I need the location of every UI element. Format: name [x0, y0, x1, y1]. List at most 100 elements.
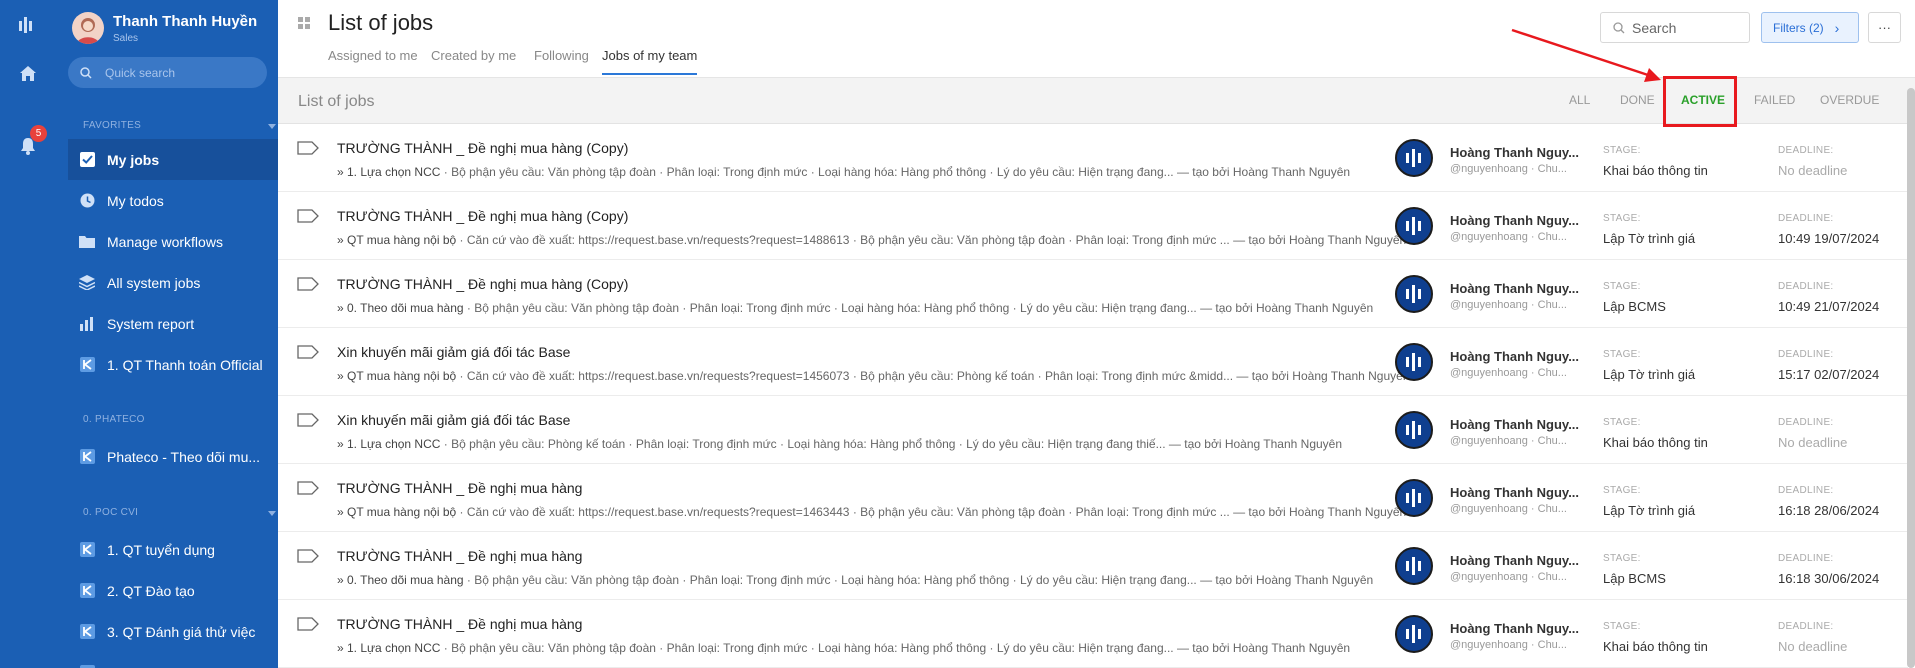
job-title[interactable]: TRƯỜNG THÀNH _ Đề nghị mua hàng (Copy) — [337, 208, 628, 224]
job-details: » QT mua hàng nội bộ · Căn cứ vào đề xuấ… — [337, 505, 1429, 519]
job-row[interactable]: TRƯỜNG THÀNH _ Đề nghị mua hàng » 1. Lựa … — [278, 600, 1908, 668]
filter-tab-all[interactable]: ALL — [1569, 93, 1590, 107]
chevron-down-icon[interactable] — [268, 511, 276, 516]
job-title[interactable]: TRƯỜNG THÀNH _ Đề nghị mua hàng (Copy) — [337, 140, 628, 156]
tag-icon[interactable] — [297, 141, 319, 160]
tag-icon[interactable] — [297, 209, 319, 228]
base-logo-icon[interactable] — [15, 12, 41, 38]
tag-icon[interactable] — [297, 277, 319, 296]
job-details: » QT mua hàng nội bộ · Căn cứ vào đề xuấ… — [337, 233, 1429, 247]
job-row[interactable]: Xin khuyến mãi giảm giá đối tác Base » QT… — [278, 328, 1908, 396]
tab-assigned-to-me[interactable]: Assigned to me — [328, 48, 418, 73]
assignee-avatar[interactable] — [1395, 139, 1433, 177]
sidebar-item-manage-workflows[interactable]: Manage workflows — [68, 221, 278, 262]
deadline-label: DEADLINE: — [1778, 621, 1834, 632]
scrollbar[interactable] — [1907, 88, 1915, 668]
workflow-icon — [79, 357, 95, 373]
sidebar-item-system-report[interactable]: System report — [68, 303, 278, 344]
filter-tab-failed[interactable]: FAILED — [1754, 93, 1795, 107]
deadline-label: DEADLINE: — [1778, 281, 1834, 292]
stage-label: STAGE: — [1603, 485, 1641, 496]
workflow-icon — [79, 583, 95, 599]
assignee-handle: @nguyenhoang · Chu... — [1450, 231, 1567, 243]
main-content: List of jobs Assigned to me Created by m… — [278, 0, 1915, 668]
assignee-name: Hoàng Thanh Nguy... — [1450, 485, 1580, 500]
grid-icon[interactable] — [298, 16, 310, 34]
job-row[interactable]: TRƯỜNG THÀNH _ Đề nghị mua hàng » 0. Theo… — [278, 532, 1908, 600]
sidebar-item-qt-dao-tao[interactable]: 2. QT Đào tạo — [68, 570, 278, 611]
assignee-avatar[interactable] — [1395, 547, 1433, 585]
job-title[interactable]: TRƯỜNG THÀNH _ Đề nghị mua hàng (Copy) — [337, 276, 628, 292]
stage-value: Lập BCMS — [1603, 299, 1666, 314]
assignee-handle: @nguyenhoang · Chu... — [1450, 571, 1567, 583]
filters-button[interactable]: Filters (2) › — [1761, 12, 1859, 43]
tag-icon[interactable] — [297, 481, 319, 500]
home-icon[interactable] — [15, 60, 41, 86]
sidebar-item-partial[interactable] — [68, 652, 278, 668]
job-title[interactable]: TRƯỜNG THÀNH _ Đề nghị mua hàng — [337, 480, 582, 496]
stage-value: Lập BCMS — [1603, 571, 1666, 586]
bar-chart-icon — [79, 316, 95, 332]
tab-following[interactable]: Following — [534, 48, 589, 73]
sidebar-item-my-jobs[interactable]: My jobs — [68, 139, 278, 180]
assignee-handle: @nguyenhoang · Chu... — [1450, 503, 1567, 515]
deadline-label: DEADLINE: — [1778, 213, 1834, 224]
assignee-avatar[interactable] — [1395, 479, 1433, 517]
layers-icon — [79, 275, 95, 291]
tag-icon[interactable] — [297, 617, 319, 636]
sidebar-item-qt-thanh-toan[interactable]: 1. QT Thanh toán Official — [68, 344, 278, 385]
stage-label: STAGE: — [1603, 281, 1641, 292]
job-title[interactable]: TRƯỜNG THÀNH _ Đề nghị mua hàng — [337, 616, 582, 632]
deadline-label: DEADLINE: — [1778, 553, 1834, 564]
quick-search-input[interactable]: Quick search — [68, 57, 267, 88]
assignee-avatar[interactable] — [1395, 275, 1433, 313]
avatar[interactable] — [72, 12, 104, 44]
job-title[interactable]: Xin khuyến mãi giảm giá đối tác Base — [337, 344, 570, 360]
sidebar-item-label: All system jobs — [107, 274, 201, 291]
sidebar-item-qt-danh-gia[interactable]: 3. QT Đánh giá thử việc — [68, 611, 278, 652]
sidebar-item-all-system-jobs[interactable]: All system jobs — [68, 262, 278, 303]
assignee-avatar[interactable] — [1395, 207, 1433, 245]
tab-jobs-of-my-team[interactable]: Jobs of my team — [602, 48, 698, 75]
job-details: » 0. Theo dõi mua hàng · Bộ phận yêu cầu… — [337, 573, 1429, 587]
deadline-value: 16:18 28/06/2024 — [1778, 503, 1880, 518]
sidebar-item-my-todos[interactable]: My todos — [68, 180, 278, 221]
sidebar-item-phateco[interactable]: Phateco - Theo dõi mu... — [68, 436, 278, 477]
assignee-avatar[interactable] — [1395, 411, 1433, 449]
list-toolbar: List of jobs ALL DONE ACTIVE FAILED OVER… — [278, 76, 1915, 127]
job-row[interactable]: TRƯỜNG THÀNH _ Đề nghị mua hàng (Copy) » … — [278, 260, 1908, 328]
filter-tab-done[interactable]: DONE — [1620, 93, 1655, 107]
sidebar-item-qt-tuyen-dung[interactable]: 1. QT tuyển dụng — [68, 529, 278, 570]
tag-icon[interactable] — [297, 549, 319, 568]
assignee-avatar[interactable] — [1395, 615, 1433, 653]
stage-value: Lập Tờ trình giá — [1603, 503, 1696, 518]
chevron-down-icon[interactable] — [268, 124, 276, 129]
stage-value: Lập Tờ trình giá — [1603, 367, 1696, 382]
deadline-value: No deadline — [1778, 639, 1848, 654]
job-row[interactable]: TRƯỜNG THÀNH _ Đề nghị mua hàng » QT mua … — [278, 464, 1908, 532]
job-list: TRƯỜNG THÀNH _ Đề nghị mua hàng (Copy) » … — [278, 124, 1908, 668]
sidebar-item-label: My jobs — [107, 151, 160, 168]
search-input[interactable]: Search — [1600, 12, 1750, 43]
group-heading-poc-cvi: 0. POC CVI — [83, 507, 139, 518]
job-title[interactable]: Xin khuyến mãi giảm giá đối tác Base — [337, 412, 570, 428]
deadline-label: DEADLINE: — [1778, 349, 1834, 360]
more-options-button[interactable]: ··· — [1868, 12, 1901, 43]
job-row[interactable]: TRƯỜNG THÀNH _ Đề nghị mua hàng (Copy) » … — [278, 192, 1908, 260]
stage-value: Khai báo thông tin — [1603, 435, 1708, 450]
assignee-avatar[interactable] — [1395, 343, 1433, 381]
job-row[interactable]: TRƯỜNG THÀNH _ Đề nghị mua hàng (Copy) » … — [278, 124, 1908, 192]
stage-value: Khai báo thông tin — [1603, 639, 1708, 654]
quick-search-placeholder: Quick search — [105, 65, 176, 80]
sidebar-item-label: System report — [107, 315, 195, 332]
assignee-name: Hoàng Thanh Nguy... — [1450, 417, 1580, 432]
tab-created-by-me[interactable]: Created by me — [431, 48, 516, 73]
tag-icon[interactable] — [297, 413, 319, 432]
workflow-icon — [79, 449, 95, 465]
filter-tab-overdue[interactable]: OVERDUE — [1820, 93, 1879, 107]
search-placeholder: Search — [1632, 19, 1677, 36]
job-title[interactable]: TRƯỜNG THÀNH _ Đề nghị mua hàng — [337, 548, 582, 564]
tag-icon[interactable] — [297, 345, 319, 364]
assignee-handle: @nguyenhoang · Chu... — [1450, 367, 1567, 379]
job-row[interactable]: Xin khuyến mãi giảm giá đối tác Base » 1.… — [278, 396, 1908, 464]
